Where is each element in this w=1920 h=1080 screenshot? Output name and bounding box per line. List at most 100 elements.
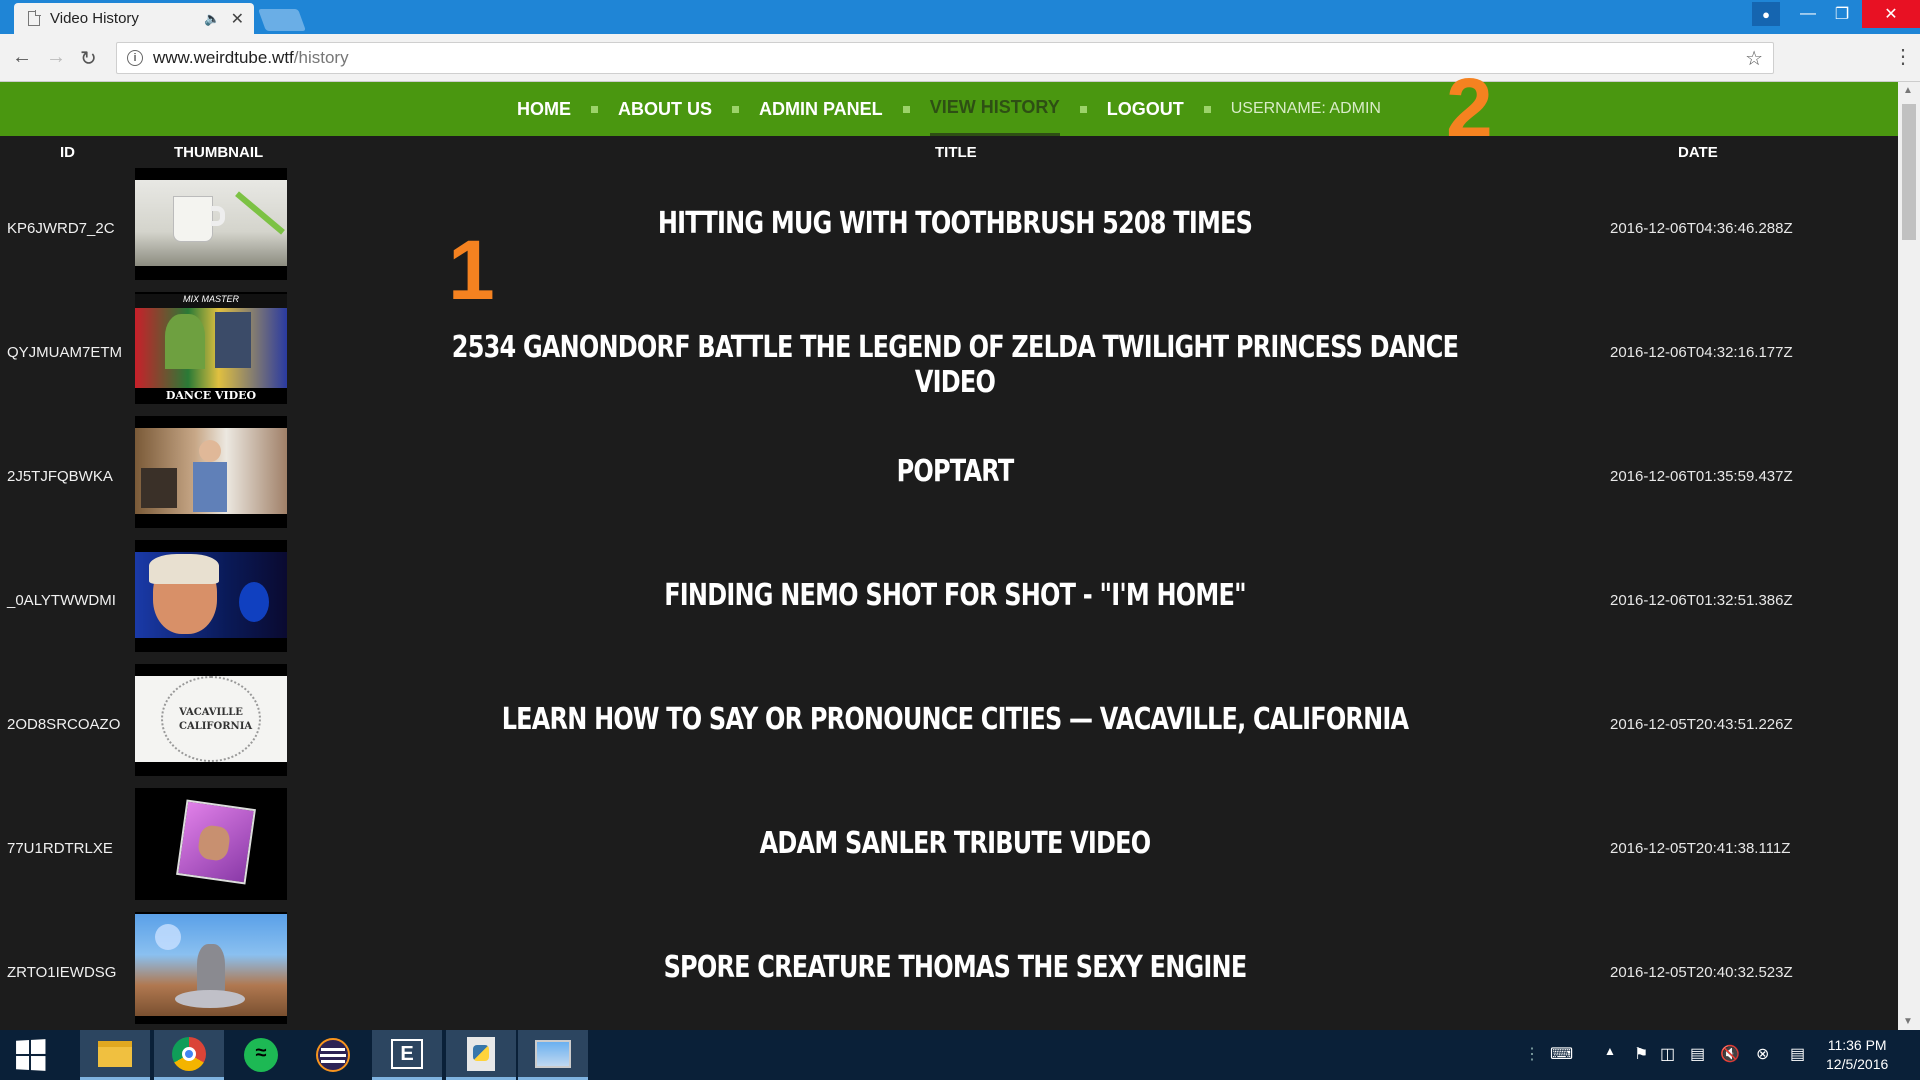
column-header-title: TITLE [935,144,977,161]
video-date: 2016-12-06T01:35:59.437Z [1610,468,1793,485]
video-title[interactable]: FINDING NEMO SHOT FOR SHOT - "I'M HOME" [423,578,1487,613]
video-thumbnail[interactable] [135,912,287,1024]
volume-muted-icon[interactable]: 🔇 [1720,1044,1740,1064]
video-date: 2016-12-05T20:40:32.523Z [1610,964,1793,981]
video-thumbnail[interactable]: VACAVILLE CALIFORNIA [135,664,287,776]
eclipse-icon[interactable] [298,1030,368,1080]
taskbar: ≈ E ⋮ ⌨ ▲ ⚑ ◫ ▤ 🔇 ⊗ ▤ 11:36 PM 12/5/2016 [0,1030,1920,1080]
clock-time: 11:36 PM [1827,1037,1887,1053]
video-thumbnail[interactable] [135,416,287,528]
video-title[interactable]: SPORE CREATURE THOMAS THE SEXY ENGINE [423,950,1487,985]
video-thumbnail[interactable] [135,168,287,280]
nav-view-history[interactable]: VIEW HISTORY [929,82,1060,136]
network-icon[interactable]: ▤ [1690,1044,1705,1064]
video-date: 2016-12-06T04:32:16.177Z [1610,344,1793,361]
show-hidden-icons-icon[interactable]: ▲ [1604,1044,1616,1058]
reload-icon[interactable]: ↻ [80,46,97,71]
video-date: 2016-12-06T01:32:51.386Z [1610,592,1793,609]
info-icon[interactable]: i [127,50,143,66]
url-host: www.weirdtube.wtf [153,48,294,67]
table-row[interactable]: 77U1RDTRLXE ADAM SANLER TRIBUTE VIDEO 20… [0,788,1898,912]
file-explorer-icon[interactable] [80,1030,150,1080]
nav-admin-panel[interactable]: ADMIN PANEL [759,82,883,136]
video-id: KP6JWRD7_2C [7,220,115,237]
nav-separator [732,105,740,113]
table-row[interactable]: _0ALYTWWDMI FINDING NEMO SHOT FOR SHOT -… [0,540,1898,664]
video-thumbnail[interactable] [135,788,287,900]
video-date: 2016-12-05T20:43:51.226Z [1610,716,1793,733]
address-bar[interactable]: i www.weirdtube.wtf/history ☆ [116,42,1774,74]
python-icon[interactable] [446,1030,516,1080]
scroll-down-arrow-icon[interactable]: ▼ [1903,1016,1913,1027]
video-date: 2016-12-05T20:41:38.111Z [1610,840,1791,857]
video-title[interactable]: POPTART [423,454,1487,489]
menu-dots-icon[interactable]: ⋮ [1893,44,1913,69]
video-thumbnail[interactable]: MIX MASTER DANCE VIDEO [135,292,287,404]
clock-date: 12/5/2016 [1826,1056,1889,1072]
table-row[interactable]: QYJMUAM7ETM MIX MASTER DANCE VIDEO 2534 … [0,292,1898,416]
error-icon[interactable]: ⊗ [1756,1044,1769,1064]
nav-separator [1079,105,1087,113]
spotify-icon[interactable]: ≈ [226,1030,296,1080]
browser-titlebar: Video History 🔈 ✕ ● — ❐ ✕ [0,0,1920,34]
video-id: QYJMUAM7ETM [7,344,123,361]
video-id: 77U1RDTRLXE [7,840,113,857]
close-window-button[interactable]: ✕ [1862,0,1920,28]
restore-button[interactable]: ❐ [1826,0,1858,28]
video-id: ZRTO1IEWDSG [7,964,117,981]
chrome-icon[interactable] [154,1030,224,1080]
browser-tab[interactable]: Video History 🔈 ✕ [14,3,254,34]
nav-separator [591,105,599,113]
minimize-button[interactable]: — [1792,0,1824,28]
history-table: ID THUMBNAIL TITLE DATE KP6JWRD7_2C HITT… [0,136,1898,1030]
document-icon [28,10,41,26]
thumbnail-caption: DANCE VIDEO [135,388,287,404]
notifications-icon[interactable]: ▤ [1790,1044,1805,1064]
table-row[interactable]: KP6JWRD7_2C HITTING MUG WITH TOOTHBRUSH … [0,168,1898,292]
thumbnail-caption: VACAVILLE CALIFORNIA [179,707,253,732]
nav-logout[interactable]: LOGOUT [1107,82,1184,136]
video-id: 2OD8SRCOAZO [7,716,121,733]
nav-about-us[interactable]: ABOUT US [618,82,712,136]
keyboard-icon[interactable]: ⌨ [1550,1044,1573,1064]
windows-start-icon[interactable] [0,1030,60,1080]
photos-app-icon[interactable] [518,1030,588,1080]
annotation-marker-1: 1 [448,223,495,317]
column-header-thumbnail: THUMBNAIL [174,144,264,161]
video-thumbnail[interactable] [135,540,287,652]
scroll-up-arrow-icon[interactable]: ▲ [1903,85,1913,96]
video-id: 2J5TJFQBWKA [7,468,113,485]
video-id: _0ALYTWWDMI [7,592,116,609]
editor-app-icon[interactable]: E [372,1030,442,1080]
site-navigation: HOME ABOUT US ADMIN PANEL VIEW HISTORY L… [0,82,1898,136]
action-center-flag-icon[interactable]: ⚑ [1634,1044,1648,1064]
nav-separator [1203,105,1211,113]
scrollbar-thumb[interactable] [1902,104,1916,240]
nav-separator [902,105,910,113]
system-clock[interactable]: 11:36 PM 12/5/2016 [1826,1036,1888,1074]
video-title[interactable]: LEARN HOW TO SAY OR PRONOUNCE CITIES — V… [423,702,1487,737]
username-label: USERNAME: ADMIN [1230,100,1381,117]
new-tab-button[interactable] [257,9,307,31]
table-row[interactable]: 2J5TJFQBWKA POPTART 2016-12-06T01:35:59.… [0,416,1898,540]
forward-arrow-icon[interactable]: → [46,46,66,69]
bookmark-star-icon[interactable]: ☆ [1745,46,1763,71]
page-scrollbar[interactable]: ▲ ▼ [1898,82,1920,1030]
table-row[interactable]: ZRTO1IEWDSG SPORE CREATURE THOMAS THE SE… [0,912,1898,1030]
video-date: 2016-12-06T04:36:46.288Z [1610,220,1793,237]
video-title[interactable]: ADAM SANLER TRIBUTE VIDEO [423,826,1487,861]
tab-title: Video History [50,10,139,27]
speaker-icon[interactable]: 🔈 [204,11,220,27]
user-profile-icon[interactable]: ● [1752,2,1780,26]
column-header-date: DATE [1678,144,1718,161]
table-row[interactable]: 2OD8SRCOAZO VACAVILLE CALIFORNIA LEARN H… [0,664,1898,788]
nav-home[interactable]: HOME [517,82,571,136]
video-title[interactable]: HITTING MUG WITH TOOTHBRUSH 5208 TIMES [423,206,1487,241]
column-header-id: ID [60,144,75,161]
tray-divider: ⋮ [1524,1046,1540,1063]
device-icon[interactable]: ◫ [1660,1044,1675,1064]
close-tab-icon[interactable]: ✕ [231,9,244,29]
video-title[interactable]: 2534 GANONDORF BATTLE THE LEGEND OF ZELD… [423,330,1487,400]
back-arrow-icon[interactable]: ← [12,46,32,69]
table-header: ID THUMBNAIL TITLE DATE [0,136,1898,168]
